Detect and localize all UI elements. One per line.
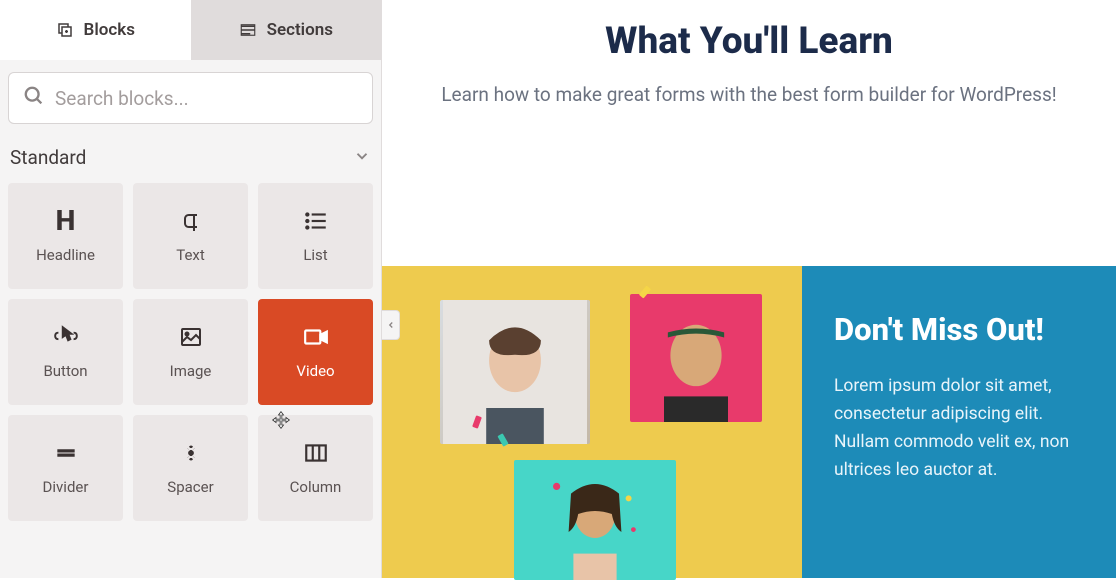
block-label: Headline (36, 246, 95, 264)
headline-icon: H (53, 208, 79, 234)
divider-icon (53, 440, 79, 466)
photo-person-3 (514, 460, 676, 580)
photo-person-1 (440, 300, 590, 444)
category-title: Standard (10, 146, 86, 169)
blocks-icon (56, 21, 74, 39)
block-list[interactable]: List (258, 183, 373, 289)
sections-icon (239, 21, 257, 39)
callout-panel: Don't Miss Out! Lorem ipsum dolor sit am… (802, 266, 1116, 578)
callout-body: Lorem ipsum dolor sit amet, consectetur … (834, 372, 1084, 484)
search-input[interactable] (55, 87, 358, 110)
block-label: Image (170, 362, 212, 380)
image-icon (178, 324, 204, 350)
block-spacer[interactable]: Spacer (133, 415, 248, 521)
category-standard: Standard H Headline Text (0, 140, 381, 521)
block-label: List (303, 246, 327, 264)
block-button[interactable]: Button (8, 299, 123, 405)
block-label: Text (176, 246, 205, 264)
tab-sections[interactable]: Sections (191, 0, 382, 60)
block-label: Divider (43, 478, 89, 496)
block-label: Column (290, 478, 342, 496)
photo-person-2 (630, 294, 762, 422)
category-header[interactable]: Standard (8, 140, 373, 183)
search-container (0, 60, 381, 140)
sidebar-panel: Blocks Sections Standard H (0, 0, 382, 578)
search-icon (23, 85, 45, 111)
callout-title: Don't Miss Out! (834, 311, 1084, 348)
hero-subtitle: Learn how to make great forms with the b… (422, 83, 1076, 106)
canvas-preview[interactable]: What You'll Learn Learn how to make grea… (382, 0, 1116, 578)
hero-title: What You'll Learn (422, 20, 1076, 63)
column-icon (303, 440, 329, 466)
spacer-icon (178, 440, 204, 466)
block-headline[interactable]: H Headline (8, 183, 123, 289)
button-icon (53, 324, 79, 350)
block-text[interactable]: Text (133, 183, 248, 289)
search-box[interactable] (8, 72, 373, 124)
block-label: Video (296, 362, 334, 380)
collapse-sidebar-handle[interactable] (382, 310, 400, 340)
block-label: Button (43, 362, 87, 380)
content-band: Don't Miss Out! Lorem ipsum dolor sit am… (382, 266, 1116, 578)
tab-blocks[interactable]: Blocks (0, 0, 191, 60)
chevron-down-icon (353, 147, 371, 169)
video-icon (303, 324, 329, 350)
block-image[interactable]: Image (133, 299, 248, 405)
blocks-grid: H Headline Text List (8, 183, 373, 521)
photo-collage (382, 266, 802, 578)
sidebar-tabs: Blocks Sections (0, 0, 381, 60)
tab-sections-label: Sections (267, 20, 333, 40)
hero-section: What You'll Learn Learn how to make grea… (382, 0, 1116, 146)
block-video[interactable]: Video (258, 299, 373, 405)
text-icon (178, 208, 204, 234)
move-cursor-icon (271, 410, 291, 434)
block-divider[interactable]: Divider (8, 415, 123, 521)
list-icon (303, 208, 329, 234)
block-label: Spacer (167, 478, 213, 496)
tab-blocks-label: Blocks (84, 20, 135, 40)
